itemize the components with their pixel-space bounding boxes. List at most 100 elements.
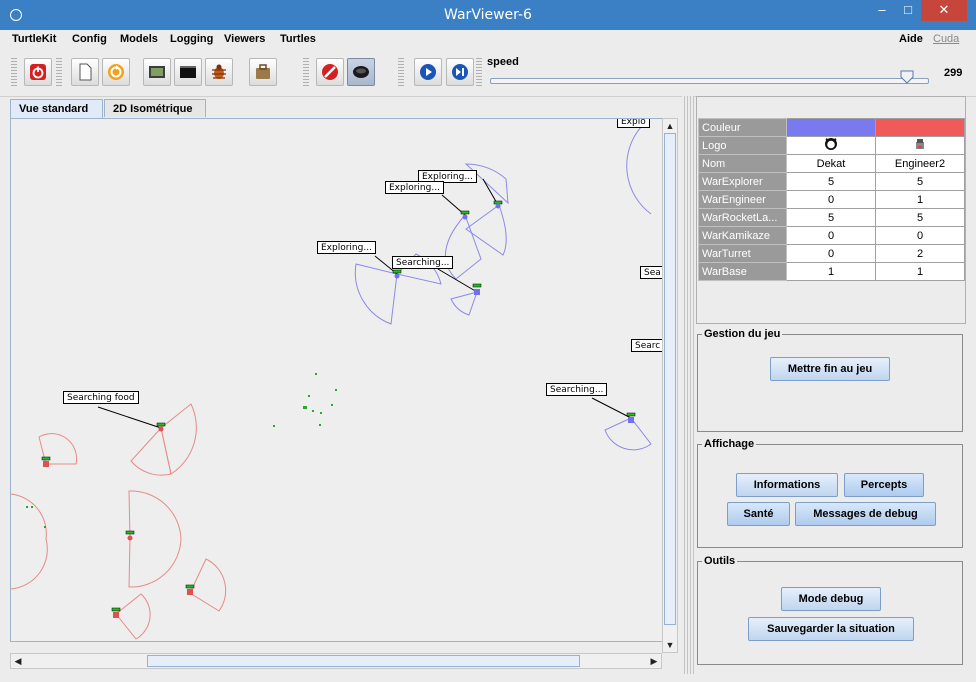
toolbar-grip[interactable] <box>303 56 309 88</box>
agent-label: Searching food <box>63 391 139 404</box>
play-button[interactable] <box>414 58 442 86</box>
terminal-button[interactable] <box>174 58 202 86</box>
perception-cone <box>444 214 482 280</box>
step-button[interactable] <box>446 58 474 86</box>
engineer2-logo-icon <box>875 136 965 155</box>
briefcase-icon <box>256 64 270 79</box>
label-pointer <box>437 268 478 293</box>
debug-messages-button[interactable]: Messages de debug <box>795 502 936 526</box>
toolbar-grip[interactable] <box>56 56 62 88</box>
close-button[interactable]: ✕ <box>921 0 967 21</box>
menu-cuda[interactable]: Cuda <box>933 33 959 45</box>
record-button[interactable] <box>347 58 375 86</box>
agent-label: Sea <box>640 266 663 279</box>
dekat-logo-icon <box>786 136 876 155</box>
table-row: Couleur <box>698 118 965 137</box>
new-page-button[interactable] <box>71 58 99 86</box>
menu-logging[interactable]: Logging <box>170 33 213 45</box>
perception-cone <box>450 291 478 316</box>
new-page-icon <box>79 63 92 81</box>
perception-cone <box>354 263 398 325</box>
table-cell: 0 <box>786 226 876 245</box>
perception-cone <box>115 593 151 640</box>
scroll-left-icon[interactable]: ◀ <box>12 655 24 667</box>
scroll-down-icon[interactable]: ▼ <box>664 639 676 651</box>
step-icon <box>452 64 468 80</box>
map-viewport[interactable]: Exploring... Exploring... Exploring... S… <box>10 118 664 642</box>
debug-mode-button[interactable]: Mode debug <box>781 587 881 611</box>
table-cell: 1 <box>875 190 965 209</box>
health-button[interactable]: Santé <box>727 502 790 526</box>
speed-slider[interactable] <box>490 78 929 84</box>
vertical-scrollbar[interactable]: ▲ ▼ <box>662 118 678 653</box>
engineer-robot-icon <box>916 139 924 149</box>
table-cell: 0 <box>786 190 876 209</box>
image-icon <box>149 66 165 78</box>
toolbar-grip[interactable] <box>476 56 482 88</box>
scroll-right-icon[interactable]: ▶ <box>648 655 660 667</box>
team-color-swatch <box>786 118 876 137</box>
row-header: WarTurret <box>698 244 787 263</box>
team-stats-panel: Couleur Logo Nom Dekat Engineer2 WarExplorer 5… <box>696 96 966 324</box>
toolbar-grip[interactable] <box>11 56 17 88</box>
table-cell: Engineer2 <box>875 154 965 173</box>
menu-config[interactable]: Config <box>72 33 107 45</box>
table-row: WarKamikaze 0 0 <box>698 226 965 245</box>
informations-button[interactable]: Informations <box>736 473 838 497</box>
power-button[interactable] <box>24 58 52 86</box>
record-icon <box>353 66 369 78</box>
split-pane-divider[interactable] <box>682 96 694 674</box>
group-title: Gestion du jeu <box>704 328 781 340</box>
perception-cone <box>160 403 197 475</box>
row-header: Logo <box>698 136 787 155</box>
window-title: WarViewer-6 <box>444 7 532 23</box>
row-header: WarExplorer <box>698 172 787 191</box>
menu-turtlekit[interactable]: TurtleKit <box>12 33 56 45</box>
perception-cone <box>130 426 172 476</box>
percepts-button[interactable]: Percepts <box>844 473 924 497</box>
minimize-button[interactable]: – <box>869 0 895 21</box>
table-row: WarExplorer 5 5 <box>698 172 965 191</box>
menu-bar: TurtleKit Config Models Logging Viewers … <box>0 30 976 50</box>
menu-models[interactable]: Models <box>120 33 158 45</box>
table-row: WarBase 1 1 <box>698 262 965 281</box>
toolbar-grip[interactable] <box>398 56 404 88</box>
perception-cone <box>626 126 652 215</box>
horizontal-scrollbar[interactable]: ◀ ▶ <box>10 653 662 669</box>
bug-icon <box>212 64 226 79</box>
image-button[interactable] <box>143 58 171 86</box>
menu-turtles[interactable]: Turtles <box>280 33 316 45</box>
reset-button[interactable] <box>102 58 130 86</box>
end-game-button[interactable]: Mettre fin au jeu <box>770 357 890 381</box>
table-cell: 1 <box>875 262 965 281</box>
table-row: WarEngineer 0 1 <box>698 190 965 209</box>
agent-label: Explo <box>617 119 650 128</box>
row-header: WarEngineer <box>698 190 787 209</box>
agent-label: Exploring... <box>385 181 444 194</box>
tab-vue-standard[interactable]: Vue standard <box>10 99 103 119</box>
speed-value: 299 <box>944 67 963 79</box>
briefcase-button[interactable] <box>249 58 277 86</box>
menu-help[interactable]: Aide <box>899 33 923 45</box>
group-title: Outils <box>704 555 736 567</box>
stop-button[interactable] <box>316 58 344 86</box>
vertical-scroll-thumb[interactable] <box>664 133 676 625</box>
play-icon <box>420 64 436 80</box>
cat-face-icon <box>825 138 837 150</box>
menu-viewers[interactable]: Viewers <box>224 33 265 45</box>
bug-button[interactable] <box>205 58 233 86</box>
label-pointer <box>97 406 162 429</box>
table-cell: 0 <box>875 226 965 245</box>
table-cell: 1 <box>786 262 876 281</box>
agent-label: Exploring... <box>317 241 376 254</box>
table-cell: 5 <box>786 208 876 227</box>
save-situation-button[interactable]: Sauvegarder la situation <box>748 617 914 641</box>
table-cell: 5 <box>875 172 965 191</box>
horizontal-scroll-thumb[interactable] <box>147 655 580 667</box>
scroll-up-icon[interactable]: ▲ <box>664 120 676 132</box>
table-row: Nom Dekat Engineer2 <box>698 154 965 173</box>
maximize-button[interactable]: □ <box>895 0 921 21</box>
tab-2d-isometrique[interactable]: 2D Isométrique <box>104 99 206 117</box>
speed-slider-thumb[interactable] <box>900 70 914 84</box>
perception-cone <box>11 493 48 590</box>
